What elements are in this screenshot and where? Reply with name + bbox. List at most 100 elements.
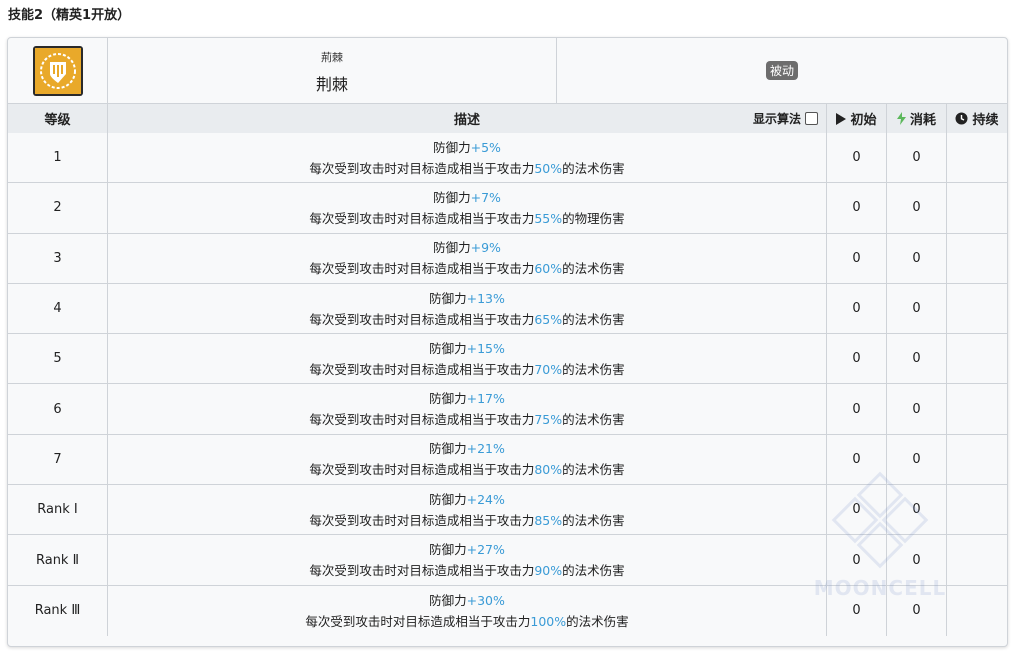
section-title: 技能2（精英1开放）	[8, 8, 131, 23]
attack-value: 50%	[534, 160, 563, 176]
attack-value: 70%	[534, 361, 563, 377]
attack-value: 90%	[534, 563, 563, 579]
table-row: 2 防御力+7% 每次受到攻击时对目标造成相当于攻击力55%的物理伤害 0 0	[8, 183, 1007, 234]
level-cell: Rank Ⅲ	[8, 585, 108, 636]
level-cell: Rank Ⅰ	[8, 485, 108, 535]
cost-cell: 0	[887, 183, 947, 233]
defense-value: +17%	[466, 391, 505, 407]
attack-value: 60%	[534, 261, 563, 277]
table-row: 6 防御力+17% 每次受到攻击时对目标造成相当于攻击力75%的法术伤害 0 0	[8, 384, 1007, 435]
description-cell: 防御力+24% 每次受到攻击时对目标造成相当于攻击力85%的法术伤害	[108, 485, 827, 535]
cost-cell: 0	[887, 535, 947, 585]
initial-cell: 0	[827, 485, 887, 535]
defense-value: +7%	[470, 189, 501, 205]
attack-value: 75%	[534, 412, 563, 428]
col-duration-header: 持续	[947, 104, 1007, 133]
attack-value: 55%	[534, 210, 563, 226]
level-cell: 4	[8, 283, 108, 334]
initial-cell: 0	[827, 233, 887, 283]
attack-value: 100%	[530, 613, 567, 629]
cost-cell: 0	[887, 233, 947, 283]
defense-value: +24%	[466, 491, 505, 507]
col-description-header: 描述 显示算法	[108, 104, 827, 133]
defense-value: +13%	[466, 290, 505, 306]
col-level-header: 等级	[8, 104, 108, 133]
cost-cell: 0	[887, 283, 947, 334]
level-cell: 3	[8, 233, 108, 283]
cost-cell: 0	[887, 384, 947, 434]
initial-cell: 0	[827, 535, 887, 585]
level-cell: Rank Ⅱ	[8, 535, 108, 585]
initial-cell: 0	[827, 384, 887, 434]
description-cell: 防御力+21% 每次受到攻击时对目标造成相当于攻击力80%的法术伤害	[108, 434, 827, 485]
table-row: 4 防御力+13% 每次受到攻击时对目标造成相当于攻击力65%的法术伤害 0 0	[8, 283, 1007, 335]
table-row: 3 防御力+9% 每次受到攻击时对目标造成相当于攻击力60%的法术伤害 0 0	[8, 233, 1007, 284]
col-initial-header: 初始	[827, 104, 887, 133]
description-cell: 防御力+7% 每次受到攻击时对目标造成相当于攻击力55%的物理伤害	[108, 183, 827, 233]
lightning-icon	[896, 112, 906, 125]
cost-cell: 0	[887, 434, 947, 485]
duration-cell	[947, 183, 1007, 232]
table-row: Rank Ⅱ 防御力+27% 每次受到攻击时对目标造成相当于攻击力90%的法术伤…	[8, 535, 1007, 586]
level-cell: 6	[8, 384, 108, 434]
table-row: 1 防御力+5% 每次受到攻击时对目标造成相当于攻击力50%的法术伤害 0 0	[8, 133, 1007, 184]
show-algorithm-checkbox[interactable]	[805, 112, 818, 125]
defense-value: +5%	[470, 139, 501, 155]
clock-icon	[955, 112, 968, 125]
description-cell: 防御力+17% 每次受到攻击时对目标造成相当于攻击力75%的法术伤害	[108, 384, 827, 434]
table-row: 7 防御力+21% 每次受到攻击时对目标造成相当于攻击力80%的法术伤害 0 0	[8, 434, 1007, 486]
cost-cell: 0	[887, 133, 947, 183]
thorns-shield-icon	[32, 45, 83, 96]
initial-cell: 0	[827, 183, 887, 233]
description-cell: 防御力+30% 每次受到攻击时对目标造成相当于攻击力100%的法术伤害	[108, 585, 827, 636]
col-cost-label: 消耗	[909, 113, 936, 128]
skill-name: 荆棘	[315, 75, 348, 94]
defense-value: +30%	[466, 592, 505, 608]
duration-cell	[947, 586, 1007, 636]
level-rows: 1 防御力+5% 每次受到攻击时对目标造成相当于攻击力50%的法术伤害 0 0 …	[8, 133, 1007, 636]
duration-cell	[947, 133, 1007, 182]
initial-cell: 0	[827, 585, 887, 636]
initial-cell: 0	[827, 283, 887, 334]
description-cell: 防御力+5% 每次受到攻击时对目标造成相当于攻击力50%的法术伤害	[108, 133, 827, 183]
col-cost-header: 消耗	[887, 104, 947, 133]
duration-cell	[947, 234, 1007, 283]
initial-cell: 0	[827, 434, 887, 485]
cost-cell: 0	[887, 334, 947, 384]
duration-cell	[947, 334, 1007, 383]
duration-cell	[947, 435, 1007, 484]
level-cell: 7	[8, 434, 108, 485]
description-cell: 防御力+13% 每次受到攻击时对目标造成相当于攻击力65%的法术伤害	[108, 283, 827, 334]
description-cell: 防御力+15% 每次受到攻击时对目标造成相当于攻击力70%的法术伤害	[108, 334, 827, 384]
skill-name-cell: 荊棘 荆棘	[108, 38, 557, 103]
level-cell: 2	[8, 183, 108, 233]
attack-value: 80%	[534, 462, 563, 478]
skill-table: 荊棘 荆棘 被动 等级 描述 显示算法 初始 消耗 持续 1 防御力+5% 每次…	[7, 37, 1008, 647]
defense-value: +15%	[466, 340, 505, 356]
duration-cell	[947, 535, 1007, 584]
attack-value: 65%	[534, 311, 563, 327]
col-description-label: 描述	[453, 113, 480, 128]
skill-type-cell: 被动	[557, 38, 1007, 103]
level-cell: 1	[8, 133, 108, 183]
attack-value: 85%	[534, 512, 563, 528]
duration-cell	[947, 384, 1007, 433]
initial-cell: 0	[827, 133, 887, 183]
show-algorithm-toggle[interactable]: 显示算法	[753, 104, 818, 133]
table-row: 5 防御力+15% 每次受到攻击时对目标造成相当于攻击力70%的法术伤害 0 0	[8, 334, 1007, 385]
table-row: Rank Ⅲ 防御力+30% 每次受到攻击时对目标造成相当于攻击力100%的法术…	[8, 585, 1007, 636]
play-icon	[836, 112, 847, 125]
show-algorithm-label: 显示算法	[752, 112, 801, 126]
duration-cell	[947, 485, 1007, 534]
col-initial-label: 初始	[850, 113, 877, 128]
skill-type-badge: 被动	[765, 61, 798, 80]
description-cell: 防御力+27% 每次受到攻击时对目标造成相当于攻击力90%的法术伤害	[108, 535, 827, 585]
defense-value: +27%	[466, 542, 505, 558]
defense-value: +9%	[470, 240, 501, 256]
description-cell: 防御力+9% 每次受到攻击时对目标造成相当于攻击力60%的法术伤害	[108, 233, 827, 283]
column-header-row: 等级 描述 显示算法 初始 消耗 持续	[8, 103, 1007, 134]
col-duration-label: 持续	[972, 113, 999, 128]
skill-header: 荊棘 荆棘 被动	[8, 38, 1007, 103]
table-row: Rank Ⅰ 防御力+24% 每次受到攻击时对目标造成相当于攻击力85%的法术伤…	[8, 485, 1007, 536]
defense-value: +21%	[466, 441, 505, 457]
